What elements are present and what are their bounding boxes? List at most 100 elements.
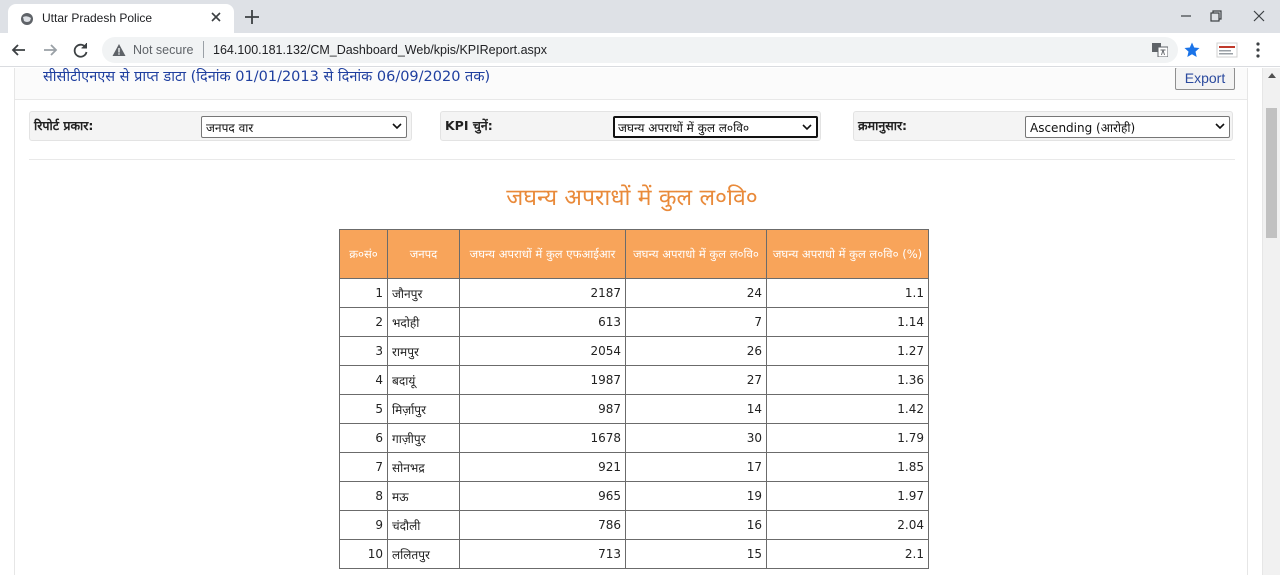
report-title: जघन्य अपराधों में कुल ल०वि० [506, 185, 758, 211]
data-range-subtitle: सीसीटीएनएस से प्राप्त डाटा (दिनांक 01/01… [43, 69, 491, 85]
cell-district: चंदौली [387, 510, 460, 540]
cell-sno: 5 [339, 394, 388, 424]
cell-sno: 3 [339, 336, 388, 366]
cell-count: 24 [625, 278, 767, 308]
minimize-icon[interactable] [1176, 6, 1196, 26]
export-button[interactable]: Export [1175, 68, 1235, 90]
kpi-value: जघन्य अपराधों में कुल ल०वि० [618, 121, 750, 135]
cell-fir: 921 [459, 452, 626, 482]
extension-icon[interactable] [1216, 42, 1238, 58]
translate-icon[interactable] [1152, 43, 1168, 57]
page-scrollbar[interactable] [1262, 68, 1280, 575]
cell-sno: 1 [339, 278, 388, 308]
cell-percent: 1.85 [766, 452, 929, 482]
cell-count: 16 [625, 510, 767, 540]
browser-tab-strip: Uttar Pradesh Police [0, 0, 1280, 33]
chevron-down-icon [1215, 123, 1225, 130]
cell-fir: 2187 [459, 278, 626, 308]
sort-order-filter: क्रमानुसार: Ascending (आरोही) [853, 111, 1233, 141]
reload-icon[interactable] [71, 40, 91, 60]
address-bar[interactable]: Not secure 164.100.181.132/CM_Dashboard_… [102, 37, 1200, 63]
cell-district: मिर्ज़ापुर [387, 394, 460, 424]
kpi-filter: KPI चुनें: जघन्य अपराधों में कुल ल०वि० [440, 111, 821, 141]
cell-district: रामपुर [387, 336, 460, 366]
cell-sno: 6 [339, 423, 388, 453]
table-header-row: क्र०सं० जनपद जघन्य अपराधों में कुल एफआईआ… [339, 229, 929, 279]
cell-fir: 2054 [459, 336, 626, 366]
close-tab-icon[interactable] [208, 9, 224, 25]
cell-fir: 965 [459, 481, 626, 511]
table-row: 6 गाज़ीपुर 1678 30 1.79 [339, 423, 929, 453]
url-separator [203, 41, 204, 58]
warning-icon [112, 44, 126, 56]
kpi-report-table: क्र०सं० जनपद जघन्य अपराधों में कुल एफआईआ… [339, 229, 929, 569]
header-fir: जघन्य अपराधों में कुल एफआईआर [459, 229, 626, 279]
scroll-up-arrow-icon[interactable] [1268, 72, 1276, 78]
header-count: जघन्य अपराधो में कुल ल०वि० [625, 229, 767, 279]
cell-district: सोनभद्र [387, 452, 460, 482]
table-row: 8 मऊ 965 19 1.97 [339, 481, 929, 511]
report-type-select[interactable]: जनपद वार [201, 116, 407, 138]
cell-percent: 1.14 [766, 307, 929, 337]
cell-percent: 1.27 [766, 336, 929, 366]
cell-percent: 1.42 [766, 394, 929, 424]
back-arrow-icon[interactable] [9, 40, 29, 60]
table-row: 4 बदायूं 1987 27 1.36 [339, 365, 929, 395]
cell-percent: 1.97 [766, 481, 929, 511]
report-type-filter: रिपोर्ट प्रकार: जनपद वार [29, 111, 412, 141]
cell-count: 27 [625, 365, 767, 395]
cell-percent: 2.1 [766, 539, 929, 569]
chevron-down-icon [392, 123, 402, 130]
browser-toolbar: Not secure 164.100.181.132/CM_Dashboard_… [0, 33, 1280, 67]
header-district: जनपद [387, 229, 460, 279]
cell-sno: 9 [339, 510, 388, 540]
table-row: 2 भदोही 613 7 1.14 [339, 307, 929, 337]
cell-percent: 1.36 [766, 365, 929, 395]
cell-count: 7 [625, 307, 767, 337]
cell-district: भदोही [387, 307, 460, 337]
cell-count: 19 [625, 481, 767, 511]
cell-count: 26 [625, 336, 767, 366]
kpi-select[interactable]: जघन्य अपराधों में कुल ल०वि० [613, 116, 818, 138]
cell-fir: 613 [459, 307, 626, 337]
cell-district: बदायूं [387, 365, 460, 395]
chevron-down-icon [802, 124, 812, 131]
cell-fir: 713 [459, 539, 626, 569]
scrollbar-thumb[interactable] [1266, 108, 1277, 238]
sort-order-label: क्रमानुसार: [858, 118, 908, 133]
cell-fir: 786 [459, 510, 626, 540]
cell-fir: 1678 [459, 423, 626, 453]
cell-percent: 1.1 [766, 278, 929, 308]
url-text[interactable]: 164.100.181.132/CM_Dashboard_Web/kpis/KP… [213, 43, 547, 57]
cell-district: ललितपुर [387, 539, 460, 569]
not-secure-label: Not secure [133, 43, 194, 57]
report-panel: सीसीटीएनएस से प्राप्त डाटा (दिनांक 01/01… [14, 68, 1248, 575]
cell-fir: 1987 [459, 365, 626, 395]
cell-sno: 10 [339, 539, 388, 569]
menu-kebab-icon[interactable] [1253, 41, 1263, 59]
table-row: 7 सोनभद्र 921 17 1.85 [339, 452, 929, 482]
browser-tab[interactable]: Uttar Pradesh Police [8, 4, 234, 33]
table-body: 1 जौनपुर 2187 24 1.1 2 भदोही 613 7 1.14 3 रामपुर 205… [339, 278, 929, 569]
restore-icon[interactable] [1206, 6, 1226, 26]
page-viewport: सीसीटीएनएस से प्राप्त डाटा (दिनांक 01/01… [0, 68, 1262, 575]
table-row: 5 मिर्ज़ापुर 987 14 1.42 [339, 394, 929, 424]
cell-count: 14 [625, 394, 767, 424]
tab-title: Uttar Pradesh Police [42, 11, 153, 25]
header-percent: जघन्य अपराधो में कुल ल०वि० (%) [766, 229, 929, 279]
close-window-icon[interactable] [1249, 6, 1269, 26]
cell-percent: 1.79 [766, 423, 929, 453]
cell-sno: 7 [339, 452, 388, 482]
sort-order-value: Ascending (आरोही) [1030, 121, 1136, 135]
cell-sno: 8 [339, 481, 388, 511]
table-row: 3 रामपुर 2054 26 1.27 [339, 336, 929, 366]
cell-district: मऊ [387, 481, 460, 511]
cell-count: 30 [625, 423, 767, 453]
sort-order-select[interactable]: Ascending (आरोही) [1025, 116, 1230, 138]
forward-arrow-icon[interactable] [40, 40, 60, 60]
new-tab-icon[interactable] [242, 7, 262, 27]
kpi-label: KPI चुनें: [445, 118, 493, 133]
bookmark-star-icon[interactable] [1183, 41, 1201, 59]
cell-sno: 2 [339, 307, 388, 337]
cell-fir: 987 [459, 394, 626, 424]
